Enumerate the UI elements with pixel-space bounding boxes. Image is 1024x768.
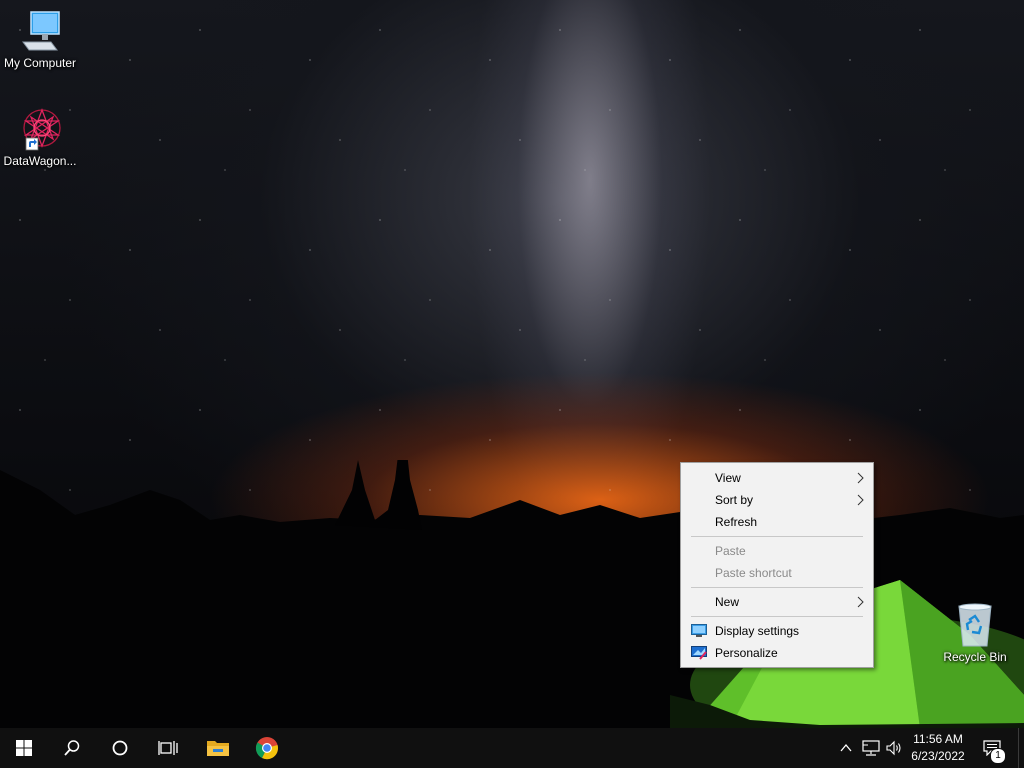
chrome-button[interactable] [243,728,291,768]
network-button[interactable] [861,738,881,758]
menu-item-refresh[interactable]: Refresh [681,511,873,533]
desktop-icon-label: DataWagon... [3,154,77,168]
clock-time: 11:56 AM [913,732,963,746]
menu-separator [691,587,863,588]
folder-icon [207,741,229,756]
menu-item-label: Paste shortcut [715,566,792,580]
search-button[interactable] [48,728,96,768]
chevron-right-icon [857,494,864,506]
chrome-icon [255,737,278,760]
menu-item-view[interactable]: View [681,467,873,489]
menu-item-display-settings[interactable]: Display settings [681,620,873,642]
cortana-icon [112,740,128,756]
menu-item-paste: Paste [681,540,873,562]
cortana-button[interactable] [96,728,144,768]
volume-button[interactable] [884,738,904,758]
notification-count-badge: 1 [990,748,1006,764]
desktop-context-menu: View Sort by Refresh Paste Paste shortcu… [680,462,874,668]
menu-item-sort-by[interactable]: Sort by [681,489,873,511]
menu-separator [691,536,863,537]
recycle-bin-icon [958,603,992,647]
task-view-button[interactable] [144,728,192,768]
menu-item-label: New [715,595,740,609]
clock-date: 6/23/2022 [911,749,965,763]
wallpaper-stars [0,0,1024,520]
desktop-icon-label: Recycle Bin [943,650,1007,664]
menu-item-label: Refresh [715,515,758,529]
file-explorer-button[interactable] [194,728,242,768]
menu-item-personalize[interactable]: Personalize [681,642,873,664]
taskbar-clock[interactable]: 11:56 AM 6/23/2022 [904,731,972,765]
display-settings-icon [691,624,707,637]
volume-icon [886,740,901,756]
menu-item-label: Display settings [715,624,800,638]
chevron-right-icon [857,472,864,484]
network-icon [862,740,880,756]
start-button[interactable] [0,728,48,768]
desktop-icon-recycle-bin[interactable]: Recycle Bin [935,602,1015,664]
chevron-up-icon [840,743,852,752]
menu-item-new[interactable]: New [681,591,873,613]
chevron-right-icon [857,596,864,608]
desktop-icon-label: My Computer [3,56,77,70]
desktop-icon-datawagon[interactable]: DataWagon... [0,106,80,168]
task-view-icon [158,741,178,755]
datawagon-shortcut-icon [23,108,61,151]
menu-item-label: Personalize [715,646,778,660]
desktop-icon-my-computer[interactable]: My Computer [0,8,80,70]
menu-item-label: Paste [715,544,746,558]
computer-icon [22,11,60,51]
menu-item-label: Sort by [715,493,754,507]
menu-separator [691,616,863,617]
taskbar: 11:56 AM 6/23/2022 [0,728,1024,768]
menu-item-label: View [715,471,741,485]
windows-logo-icon [16,740,32,756]
show-desktop-button[interactable] [1018,728,1024,768]
show-hidden-icons-button[interactable] [836,738,856,758]
search-icon [64,740,80,756]
personalize-icon [691,646,707,660]
menu-item-paste-shortcut: Paste shortcut [681,562,873,584]
